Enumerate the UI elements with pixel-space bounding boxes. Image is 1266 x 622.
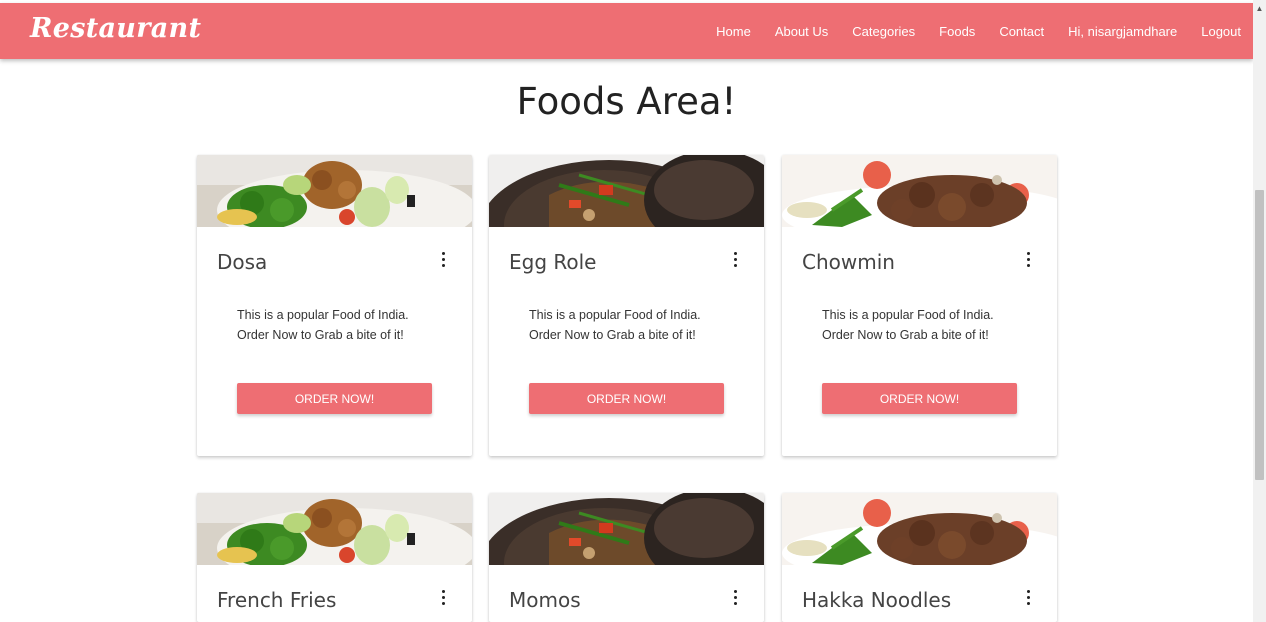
- food-card: Chowmin This is a popular Food of India.…: [782, 155, 1057, 456]
- card-desc-line: Order Now to Grab a bite of it!: [529, 328, 696, 342]
- card-title: Dosa: [217, 250, 268, 274]
- nav-link-foods[interactable]: Foods: [939, 24, 975, 39]
- card-desc-line: Order Now to Grab a bite of it!: [822, 328, 989, 342]
- more-vert-icon[interactable]: [731, 252, 739, 270]
- food-image: [489, 155, 764, 227]
- scrollbar-thumb[interactable]: [1255, 190, 1264, 480]
- food-image: [197, 493, 472, 565]
- card-description: This is a popular Food of India. Order N…: [237, 305, 437, 345]
- card-desc-line: This is a popular Food of India.: [822, 308, 994, 322]
- card-title: Chowmin: [802, 250, 895, 274]
- order-now-button[interactable]: ORDER NOW!: [237, 383, 432, 414]
- food-card: Dosa This is a popular Food of India. Or…: [197, 155, 472, 456]
- nav-link-contact[interactable]: Contact: [999, 24, 1044, 39]
- food-image: [489, 493, 764, 565]
- more-vert-icon[interactable]: [439, 590, 447, 608]
- food-card: Egg Role This is a popular Food of India…: [489, 155, 764, 456]
- food-card: Momos: [489, 493, 764, 622]
- page-title: Foods Area!: [516, 80, 737, 123]
- brand-logo[interactable]: Restaurant: [30, 13, 201, 44]
- nav-link-user-greeting[interactable]: Hi, nisargjamdhare: [1068, 24, 1177, 39]
- card-title: Momos: [509, 588, 581, 612]
- food-image: [197, 155, 472, 227]
- order-now-button[interactable]: ORDER NOW!: [822, 383, 1017, 414]
- card-description: This is a popular Food of India. Order N…: [529, 305, 729, 345]
- order-now-button[interactable]: ORDER NOW!: [529, 383, 724, 414]
- nav-links: Home About Us Categories Foods Contact H…: [692, 3, 1241, 59]
- food-card: Hakka Noodles: [782, 493, 1057, 622]
- more-vert-icon[interactable]: [731, 590, 739, 608]
- nav-link-about-us[interactable]: About Us: [775, 24, 828, 39]
- card-title: French Fries: [217, 588, 337, 612]
- food-image: [782, 155, 1057, 227]
- card-title: Egg Role: [509, 250, 597, 274]
- vertical-scrollbar[interactable]: ▲: [1253, 0, 1266, 622]
- card-desc-line: This is a popular Food of India.: [529, 308, 701, 322]
- more-vert-icon[interactable]: [1024, 252, 1032, 270]
- nav-link-categories[interactable]: Categories: [852, 24, 915, 39]
- nav-link-home[interactable]: Home: [716, 24, 751, 39]
- navbar: Restaurant Home About Us Categories Food…: [0, 3, 1253, 59]
- nav-link-logout[interactable]: Logout: [1201, 24, 1241, 39]
- card-desc-line: Order Now to Grab a bite of it!: [237, 328, 404, 342]
- card-desc-line: This is a popular Food of India.: [237, 308, 409, 322]
- more-vert-icon[interactable]: [1024, 590, 1032, 608]
- food-card: French Fries: [197, 493, 472, 622]
- scroll-up-arrow-icon[interactable]: ▲: [1253, 2, 1266, 15]
- card-title: Hakka Noodles: [802, 588, 952, 612]
- more-vert-icon[interactable]: [439, 252, 447, 270]
- food-image: [782, 493, 1057, 565]
- card-description: This is a popular Food of India. Order N…: [822, 305, 1022, 345]
